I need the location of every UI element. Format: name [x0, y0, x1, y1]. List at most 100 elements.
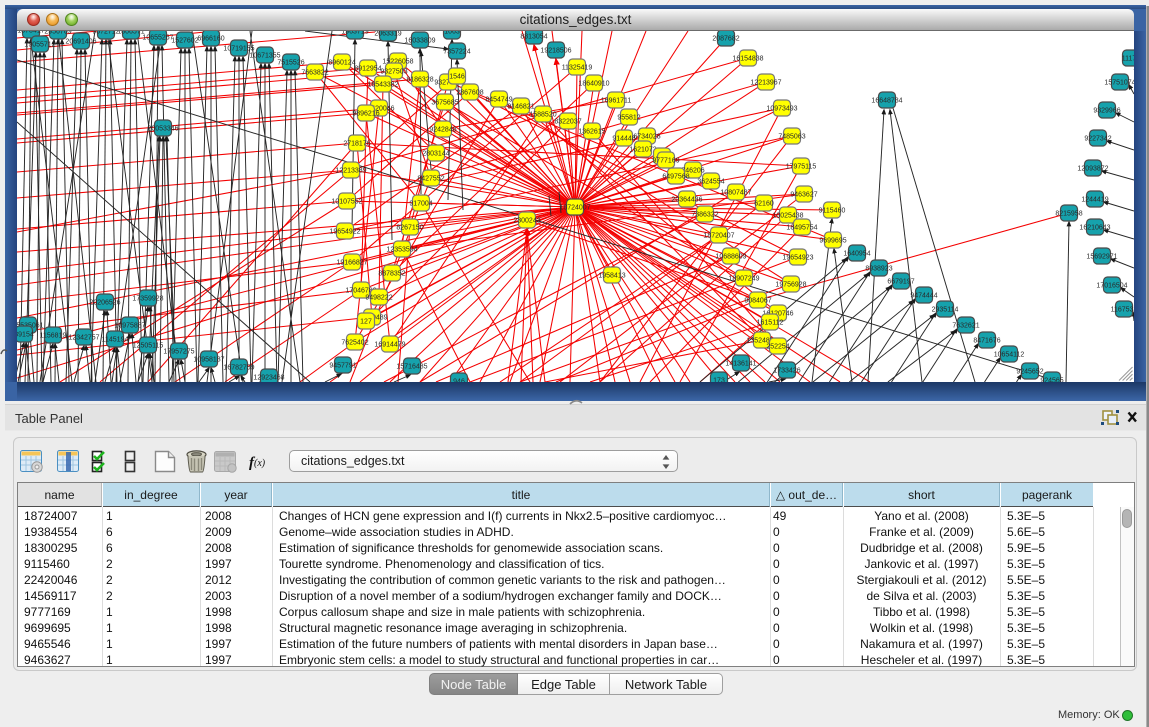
svg-text:16961711: 16961711 [601, 98, 632, 105]
svg-text:7625402: 7625402 [341, 340, 368, 347]
svg-text:9572712: 9572712 [92, 31, 119, 36]
svg-text:15692971: 15692971 [1086, 254, 1117, 261]
svg-text:12923468: 12923468 [253, 375, 284, 382]
svg-text:8813054: 8813054 [520, 34, 547, 41]
svg-text:16210643: 16210643 [1079, 225, 1110, 232]
svg-text:8912954: 8912954 [354, 66, 381, 73]
svg-text:16782759: 16782759 [223, 365, 254, 372]
svg-text:7357224: 7357224 [443, 49, 470, 56]
svg-text:6734028: 6734028 [633, 134, 660, 141]
svg-text:6966160: 6966160 [197, 36, 224, 43]
svg-text:2087682: 2087682 [712, 36, 739, 43]
svg-text:18907249: 18907249 [728, 276, 759, 283]
svg-text:1362615: 1362615 [578, 129, 605, 136]
svg-text:16914479: 16914479 [374, 342, 405, 349]
svg-text:39154: 39154 [17, 332, 34, 339]
svg-text:9463627: 9463627 [790, 192, 817, 199]
svg-text:2867608: 2867608 [456, 90, 483, 97]
svg-text:1958413: 1958413 [598, 273, 625, 280]
svg-text:8215958: 8215958 [1055, 211, 1082, 218]
svg-text:10671355: 10671355 [249, 53, 280, 60]
svg-text:10688609: 10688609 [715, 254, 746, 261]
svg-text:10107552: 10107552 [331, 199, 362, 206]
svg-text:(x): (x) [254, 458, 266, 469]
svg-text:8267150: 8267150 [396, 225, 423, 232]
svg-text:1963719: 1963719 [341, 31, 368, 36]
svg-text:252254: 252254 [766, 344, 789, 351]
svg-text:12093872: 12093872 [1077, 166, 1108, 173]
svg-text:9498222: 9498222 [365, 295, 392, 302]
svg-text:9084067: 9084067 [744, 298, 771, 305]
svg-text:8186328: 8186328 [406, 77, 433, 84]
svg-text:19166827: 19166827 [336, 260, 367, 267]
svg-text:8427552: 8427552 [417, 176, 444, 183]
svg-text:7386322: 7386322 [691, 212, 718, 219]
svg-text:11325419: 11325419 [562, 65, 593, 72]
svg-text:19055712: 19055712 [24, 42, 55, 49]
svg-text:1156819: 1156819 [40, 333, 67, 340]
svg-text:19756928: 19756928 [775, 282, 806, 289]
svg-text:18495754: 18495754 [786, 225, 817, 232]
svg-text:17957275: 17957275 [163, 349, 194, 356]
svg-text:8322037: 8322037 [554, 119, 581, 126]
svg-text:7485063: 7485063 [778, 134, 805, 141]
svg-text:12353594: 12353594 [386, 247, 417, 254]
svg-text:10958187: 10958187 [193, 357, 224, 364]
svg-text:9474444: 9474444 [910, 293, 937, 300]
svg-text:8454749: 8454749 [485, 97, 512, 104]
svg-text:10975887: 10975887 [114, 323, 145, 330]
svg-text:8938923: 8938923 [865, 266, 892, 273]
svg-text:9327503: 9327503 [380, 69, 407, 76]
svg-text:16154838: 16154838 [732, 56, 763, 63]
svg-text:1588520: 1588520 [529, 112, 556, 119]
svg-text:18640910: 18640910 [578, 81, 609, 88]
svg-text:1806571: 1806571 [117, 31, 144, 36]
svg-text:1145194: 1145194 [102, 337, 129, 344]
svg-text:7515526: 7515526 [277, 60, 304, 67]
svg-text:1063: 1063 [444, 31, 460, 36]
svg-text:12505115: 12505115 [133, 343, 164, 350]
svg-text:1167533: 1167533 [1111, 307, 1134, 314]
svg-text:17359928: 17359928 [132, 296, 163, 303]
svg-text:127: 127 [360, 319, 372, 326]
svg-text:9777169: 9777169 [652, 158, 679, 165]
svg-text:1373417: 1373417 [17, 31, 44, 35]
svg-text:9329966: 9329966 [1093, 108, 1120, 115]
svg-text:20206526: 20206526 [89, 300, 120, 307]
svg-text:8960124: 8960124 [328, 60, 355, 67]
svg-text:9227342: 9227342 [1084, 136, 1111, 143]
svg-text:12213967: 12213967 [750, 80, 781, 87]
svg-text:19654922: 19654922 [329, 229, 360, 236]
svg-text:2803144: 2803144 [422, 151, 449, 158]
svg-text:1640954: 1640954 [843, 251, 870, 258]
svg-text:1733426: 1733426 [773, 368, 800, 375]
svg-text:16648784: 16648784 [871, 98, 902, 105]
svg-text:20691406: 20691406 [65, 39, 96, 46]
svg-text:15716485: 15716485 [396, 364, 427, 371]
svg-text:7632621: 7632621 [952, 323, 979, 330]
svg-text:8878352: 8878352 [378, 271, 405, 278]
svg-text:2935114: 2935114 [932, 307, 959, 314]
svg-text:1244419: 1244419 [1081, 197, 1108, 204]
svg-text:16033809: 16033809 [404, 38, 435, 45]
svg-text:2063319: 2063319 [374, 31, 401, 38]
svg-text:11171: 11171 [1122, 56, 1134, 63]
svg-text:10654112: 10654112 [994, 352, 1025, 359]
svg-text:8471676: 8471676 [973, 338, 1000, 345]
svg-text:955812: 955812 [617, 115, 640, 122]
svg-text:9699695: 9699695 [819, 238, 846, 245]
svg-text:18724007: 18724007 [559, 205, 590, 212]
svg-text:10719155: 10719155 [223, 46, 254, 53]
svg-text:62160: 62160 [754, 201, 774, 208]
svg-text:20053346: 20053346 [147, 126, 178, 133]
svg-text:20364436: 20364436 [671, 197, 702, 204]
svg-text:917004: 917004 [409, 201, 432, 208]
svg-text:12213389: 12213389 [335, 168, 366, 175]
svg-text:1615112: 1615112 [757, 320, 784, 327]
svg-text:9115460: 9115460 [819, 208, 846, 215]
svg-text:19654923: 19654923 [782, 255, 813, 262]
svg-text:10655267: 10655267 [142, 35, 173, 42]
svg-text:12342757: 12342757 [68, 335, 99, 342]
svg-text:3675685: 3675685 [431, 100, 458, 107]
svg-text:15751074: 15751074 [1104, 80, 1134, 87]
